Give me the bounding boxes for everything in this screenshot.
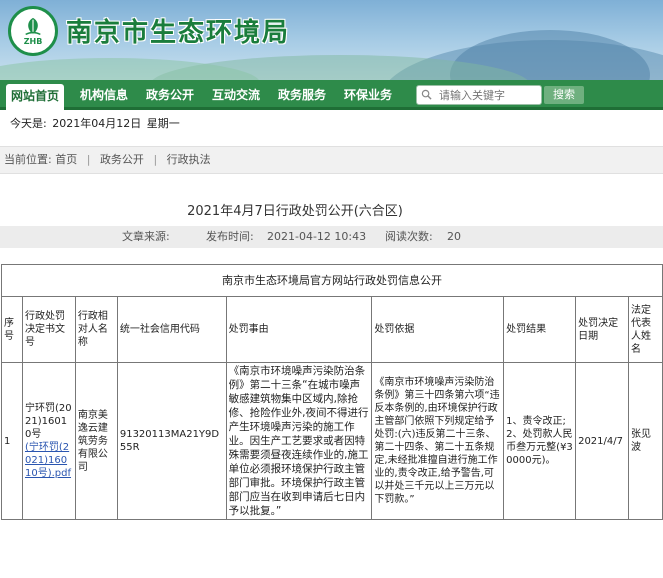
cell-doc-no: 宁环罚(2021)16010号 (宁环罚(2021)16010号).pdf — [21, 362, 76, 520]
penalty-table: 南京市生态环境局官方网站行政处罚信息公开 序号 行政处罚决定书文号 行政相对人名… — [1, 264, 663, 520]
table-header: 行政相对人名称 — [74, 296, 118, 363]
logo-text: ZHB — [23, 37, 43, 46]
breadcrumb-item-gov-affairs[interactable]: 政务公开 — [100, 153, 144, 166]
breadcrumb-item-enforcement[interactable]: 行政执法 — [167, 153, 211, 166]
header-banner: ZHB 南京市生态环境局 — [0, 0, 663, 80]
views-label: 阅读次数: — [385, 230, 433, 243]
search-icon — [421, 89, 432, 100]
table-header: 处罚结果 — [503, 296, 577, 363]
breadcrumb-separator: | — [153, 153, 158, 166]
search-input[interactable] — [416, 85, 542, 105]
doc-pdf-link[interactable]: (宁环罚(2021)16010号).pdf — [25, 442, 71, 479]
cell-legal-rep: 张见波 — [627, 362, 663, 520]
article-meta: 文章来源: 发布时间: 2021-04-12 10:43 阅读次数: 20 — [0, 226, 663, 248]
cell-date: 2021/4/7 — [575, 362, 629, 520]
breadcrumb-label: 当前位置: — [4, 153, 52, 166]
breadcrumb: 当前位置: 首页 | 政务公开 | 行政执法 — [0, 146, 663, 174]
table-header: 统一社会信用代码 — [116, 296, 227, 363]
table-header: 序号 — [1, 296, 23, 363]
table-row: 1 宁环罚(2021)16010号 (宁环罚(2021)16010号).pdf … — [1, 362, 663, 520]
table-caption: 南京市生态环境局官方网站行政处罚信息公开 — [1, 264, 663, 297]
cell-party: 南京美逸云建筑劳务有限公司 — [74, 362, 118, 520]
penalty-table-wrapper: 南京市生态环境局官方网站行政处罚信息公开 序号 行政处罚决定书文号 行政相对人名… — [1, 264, 663, 578]
table-header: 处罚事由 — [225, 296, 373, 363]
table-header: 处罚依据 — [371, 296, 505, 363]
breadcrumb-separator: | — [86, 153, 91, 166]
table-header: 处罚决定日期 — [575, 296, 629, 363]
nav-item-gov-services[interactable]: 政务服务 — [278, 80, 326, 110]
publish-time: 2021-04-12 10:43 — [267, 230, 367, 243]
site-title: 南京市生态环境局 — [66, 18, 291, 48]
nav-item-env-business[interactable]: 环保业务 — [344, 80, 392, 110]
date-bar: 今天是: 2021年04月12日 星期一 — [0, 113, 590, 135]
doc-number: 宁环罚(2021)16010号 — [24, 403, 72, 440]
search-button[interactable]: 搜索 — [544, 86, 584, 104]
cell-basis: 《南京市环境噪声污染防治条例》第三十四条第六项“违反本条例的,由环境保护行政主管… — [371, 362, 505, 520]
publish-label: 发布时间: — [206, 230, 254, 243]
cell-index: 1 — [1, 362, 23, 520]
leaf-icon — [25, 17, 41, 35]
source-label: 文章来源: — [122, 230, 170, 243]
nav-item-org-info[interactable]: 机构信息 — [80, 80, 128, 110]
table-header: 行政处罚决定书文号 — [21, 296, 76, 363]
views-count: 20 — [447, 230, 461, 243]
nav-item-home[interactable]: 网站首页 — [6, 84, 65, 110]
cell-reason: 《南京市环境噪声污染防治条例》第二十三条“在城市噪声敏感建筑物集中区域内,除抢修… — [225, 362, 373, 520]
date-label: 今天是: — [10, 117, 47, 130]
weekday-value: 星期一 — [146, 117, 180, 130]
article-title: 2021年4月7日行政处罚公开(六合区) — [187, 204, 403, 219]
nav-item-interaction[interactable]: 互动交流 — [212, 80, 260, 110]
cell-result: 1、责令改正;2、处罚款人民币叁万元整(¥30000元)。 — [503, 362, 577, 520]
date-value: 2021年04月12日 — [52, 117, 142, 130]
cell-credit-code: 91320113MA21Y9D55R — [116, 362, 227, 520]
table-header: 法定代表人姓名 — [627, 296, 663, 363]
breadcrumb-item-home[interactable]: 首页 — [55, 153, 77, 166]
site-logo[interactable]: ZHB — [8, 6, 58, 56]
nav-item-gov-affairs[interactable]: 政务公开 — [146, 80, 194, 110]
